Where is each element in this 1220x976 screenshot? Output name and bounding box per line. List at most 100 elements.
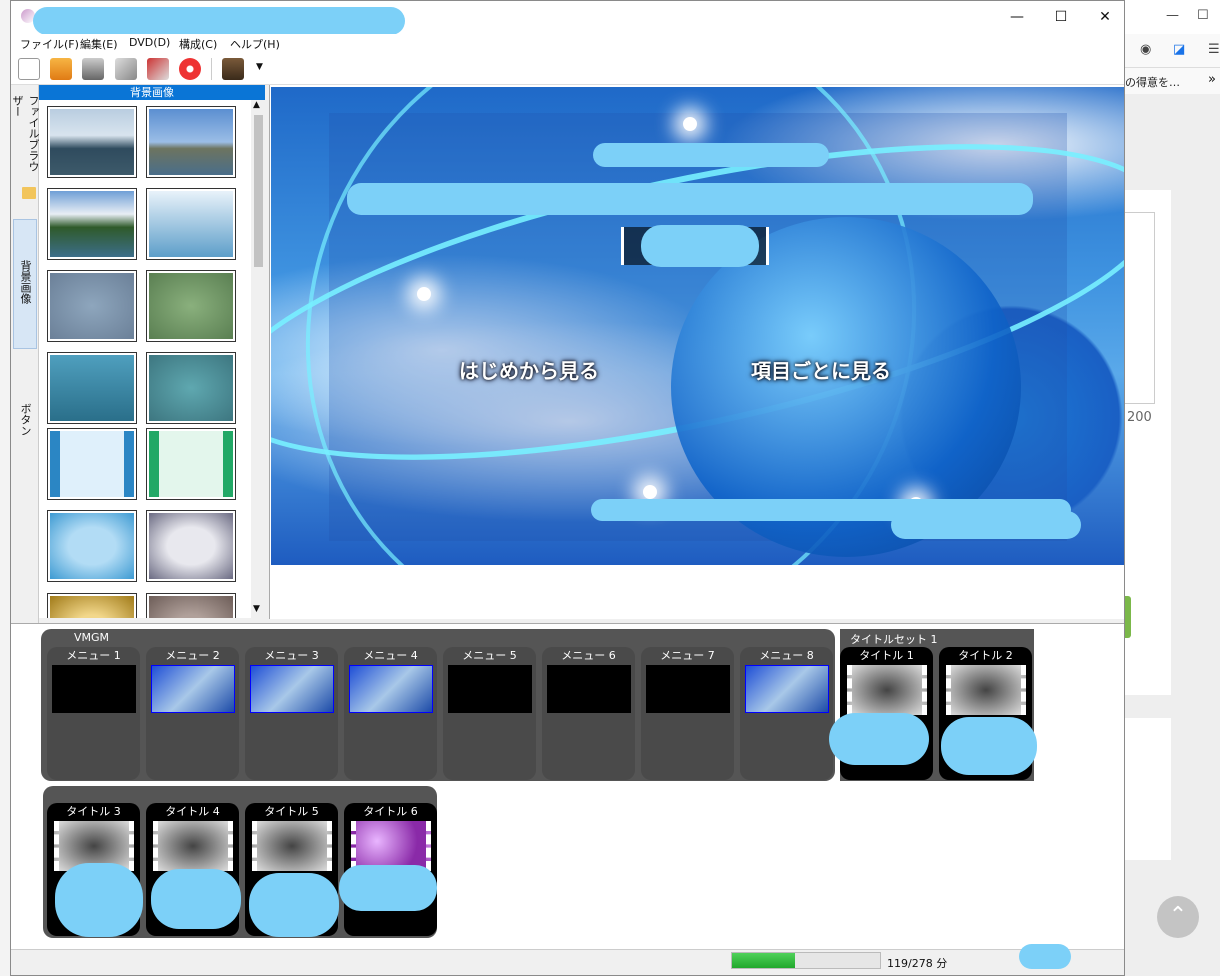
- menu-card-thumb: [249, 665, 334, 713]
- toolbar: ▼: [11, 52, 1124, 85]
- account-icon[interactable]: ◉: [1140, 42, 1151, 57]
- redacted-text: [347, 183, 1033, 215]
- maximize-button[interactable]: ☐: [1038, 1, 1084, 34]
- open-folder-icon[interactable]: [50, 58, 72, 80]
- add-title-icon[interactable]: [222, 58, 244, 80]
- title-card-thumb: [152, 821, 233, 871]
- menu-card-2[interactable]: メニュー 2: [146, 647, 239, 780]
- authoring-window: — ☐ ✕ ファイル(F) 編集(E) DVD(D) 構成(C) ヘルプ(H) …: [10, 0, 1125, 976]
- tab-buttons[interactable]: ボタン: [13, 397, 37, 457]
- background-thumb-5[interactable]: [48, 271, 136, 341]
- redacted-text: [339, 865, 437, 911]
- vmgm-label: VMGM: [74, 631, 110, 644]
- menu-file[interactable]: ファイル(F): [20, 36, 79, 52]
- background-thumb-3[interactable]: [48, 189, 136, 259]
- tab-file-browser[interactable]: ファイルブラウザー: [11, 89, 40, 181]
- redacted-text: [941, 717, 1037, 775]
- minimize-button[interactable]: —: [994, 1, 1040, 34]
- background-thumbnail-list: [39, 100, 253, 618]
- menu-compose[interactable]: 構成(C): [179, 36, 217, 52]
- background-thumb-10[interactable]: [147, 429, 235, 499]
- tab-background-images[interactable]: 背景画像: [13, 219, 37, 349]
- bookmark-item[interactable]: の得意を…: [1125, 74, 1180, 90]
- menu-dvd[interactable]: DVD(D): [129, 36, 170, 49]
- menu-card-thumb: [645, 665, 730, 713]
- status-bar: [11, 949, 1124, 975]
- title-card-label: タイトル 4: [165, 805, 220, 818]
- background-thumb-6[interactable]: [147, 271, 235, 341]
- menu-help[interactable]: ヘルプ(H): [230, 36, 280, 52]
- background-toolbar: ◉ ◪ ☰: [1125, 34, 1220, 68]
- maximize-icon[interactable]: ☐: [1197, 8, 1209, 23]
- background-thumb-1[interactable]: [48, 107, 136, 177]
- menu-card-5[interactable]: メニュー 5: [443, 647, 536, 780]
- menu-card-thumb: [744, 665, 829, 713]
- lens-flare: [417, 287, 431, 301]
- char-count: 200: [1127, 410, 1152, 425]
- menu-card-7[interactable]: メニュー 7: [641, 647, 734, 780]
- disc-usage-text: 119/278 分: [887, 957, 948, 970]
- translate-icon[interactable]: ◪: [1173, 42, 1185, 57]
- background-thumb-14[interactable]: [147, 594, 235, 618]
- title-bar[interactable]: — ☐ ✕: [11, 1, 1124, 35]
- title-card-thumb: [945, 665, 1026, 715]
- lens-flare: [683, 117, 697, 131]
- tools-icon[interactable]: [147, 58, 169, 80]
- background-thumb-12[interactable]: [147, 511, 235, 581]
- title-card-thumb: [350, 821, 431, 871]
- toolbar-separator: [211, 58, 212, 80]
- menu-card-label: メニュー 1: [66, 649, 121, 662]
- titleset-label: タイトルセット 1: [850, 633, 938, 646]
- chevron-up-icon[interactable]: ⌃: [1157, 896, 1199, 938]
- background-textarea[interactable]: [1125, 212, 1155, 404]
- background-thumb-2[interactable]: [147, 107, 235, 177]
- folder-icon[interactable]: [22, 187, 36, 199]
- menu-button-by-item[interactable]: 項目ごとに見る: [751, 355, 891, 384]
- menu-card-label: メニュー 3: [264, 649, 319, 662]
- chevron-right-icon[interactable]: »: [1208, 72, 1216, 87]
- menu-preview: はじめから見る 項目ごとに見る: [271, 87, 1124, 565]
- chevron-down-icon[interactable]: ▼: [256, 62, 263, 72]
- lens-flare: [643, 485, 657, 499]
- title-card-thumb: [251, 821, 332, 871]
- background-thumb-13[interactable]: [48, 594, 136, 618]
- title-card-label: タイトル 6: [363, 805, 418, 818]
- scrollbar-thumb[interactable]: [254, 115, 263, 267]
- redacted-text: [151, 869, 241, 929]
- burn-disc-icon[interactable]: [179, 58, 201, 80]
- save-icon[interactable]: [82, 58, 104, 80]
- title-card-thumb: [846, 665, 927, 715]
- menu-card-6[interactable]: メニュー 6: [542, 647, 635, 780]
- menu-card-thumb: [150, 665, 235, 713]
- background-thumb-9[interactable]: [48, 429, 136, 499]
- menu-card-label: メニュー 5: [462, 649, 517, 662]
- menu-icon[interactable]: ☰: [1208, 42, 1220, 57]
- menu-edit[interactable]: 編集(E): [80, 36, 118, 52]
- redacted-text: [1019, 944, 1071, 969]
- redacted-text: [641, 225, 759, 267]
- redacted-text: [55, 863, 143, 937]
- redacted-text: [891, 511, 1081, 539]
- menu-card-thumb: [51, 665, 136, 713]
- side-tab-strip: ファイルブラウザー 背景画像 ボタン: [11, 85, 40, 625]
- scroll-down-icon[interactable]: ▼: [253, 604, 260, 614]
- menu-card-3[interactable]: メニュー 3: [245, 647, 338, 780]
- background-thumb-4[interactable]: [147, 189, 235, 259]
- new-project-icon[interactable]: [18, 58, 40, 80]
- background-titlebar: — ☐: [1125, 0, 1220, 34]
- scroll-up-icon[interactable]: ▲: [253, 100, 260, 110]
- background-thumb-8[interactable]: [147, 353, 235, 423]
- title-card-label: タイトル 1: [859, 649, 914, 662]
- menu-card-label: メニュー 7: [660, 649, 715, 662]
- menu-card-1[interactable]: メニュー 1: [47, 647, 140, 780]
- background-thumb-11[interactable]: [48, 511, 136, 581]
- menu-button-from-start[interactable]: はじめから見る: [459, 355, 599, 384]
- background-thumb-7[interactable]: [48, 353, 136, 423]
- close-button[interactable]: ✕: [1082, 1, 1124, 34]
- menu-card-8[interactable]: メニュー 8: [740, 647, 833, 780]
- background-card-2: [1125, 718, 1171, 860]
- minimize-icon[interactable]: —: [1166, 8, 1179, 23]
- settings-icon[interactable]: [115, 58, 137, 80]
- menu-card-label: メニュー 6: [561, 649, 616, 662]
- menu-card-4[interactable]: メニュー 4: [344, 647, 437, 780]
